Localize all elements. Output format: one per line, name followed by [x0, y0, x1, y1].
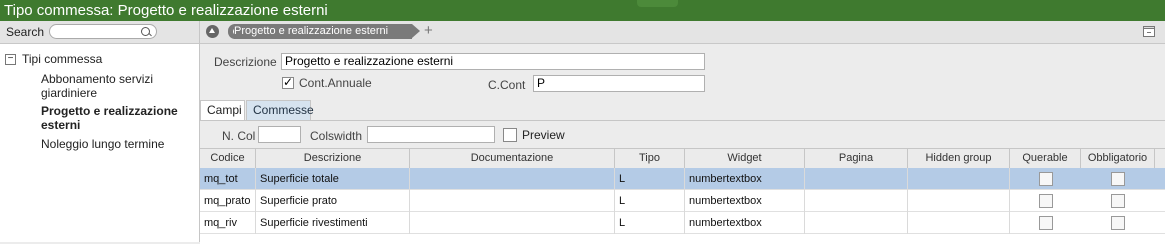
main-panel: Progetto e realizzazione esterni + Descr…	[200, 21, 1165, 244]
campi-panel: N. Col Colswidth Preview Codice Descrizi…	[200, 120, 1165, 244]
col-pagina[interactable]: Pagina	[805, 149, 908, 168]
obbligatorio-checkbox[interactable]	[1111, 194, 1125, 208]
cell-pagina	[805, 212, 908, 234]
preview-checkbox[interactable]	[503, 128, 517, 142]
colswidth-label: Colswidth	[310, 129, 363, 143]
breadcrumb-current[interactable]: Progetto e realizzazione esterni	[234, 24, 412, 39]
breadcrumb-arrow-icon	[412, 24, 420, 38]
tab-campi[interactable]: Campi	[200, 100, 245, 120]
breadcrumb-add-button[interactable]: +	[424, 23, 433, 38]
tree-item-abbonamento[interactable]: Abbonamento servizi giardiniere	[41, 72, 191, 100]
archive-icon[interactable]	[1143, 26, 1155, 37]
window-title: Tipo commessa: Progetto e realizzazione …	[4, 2, 328, 19]
table-row[interactable]: mq_riv Superficie rivestimenti L numbert…	[200, 212, 1165, 234]
cell-tipo: L	[615, 212, 685, 234]
cell-descrizione: Superficie totale	[256, 168, 410, 190]
querable-checkbox[interactable]	[1039, 172, 1053, 186]
cell-hidden-group	[908, 212, 1010, 234]
cell-documentazione	[410, 212, 615, 234]
tree-root-label[interactable]: Tipi commessa	[22, 52, 102, 66]
col-hidden-group[interactable]: Hidden group	[908, 149, 1010, 168]
descrizione-field[interactable]: Progetto e realizzazione esterni	[281, 53, 705, 70]
col-documentazione[interactable]: Documentazione	[410, 149, 615, 168]
ncol-label: N. Col	[222, 129, 256, 143]
cell-widget: numbertextbox	[685, 168, 805, 190]
cell-documentazione	[410, 168, 615, 190]
colswidth-field[interactable]	[367, 126, 495, 143]
title-bar: Tipo commessa: Progetto e realizzazione …	[0, 0, 1165, 21]
querable-checkbox[interactable]	[1039, 216, 1053, 230]
obbligatorio-checkbox[interactable]	[1111, 172, 1125, 186]
table-row[interactable]: mq_tot Superficie totale L numbertextbox	[200, 168, 1165, 190]
home-icon[interactable]	[206, 25, 219, 38]
ccont-field[interactable]: P	[533, 75, 705, 92]
cell-codice: mq_prato	[200, 190, 256, 212]
cell-pagina	[805, 168, 908, 190]
cell-hidden-group	[908, 168, 1010, 190]
cell-descrizione: Superficie prato	[256, 190, 410, 212]
cont-annuale-label: Cont.Annuale	[299, 76, 372, 90]
tab-commesse[interactable]: Commesse	[246, 100, 314, 120]
search-label: Search	[6, 25, 45, 39]
fields-table: Codice Descrizione Documentazione Tipo W…	[200, 148, 1165, 244]
cell-widget: numbertextbox	[685, 212, 805, 234]
col-obbligatorio[interactable]: Obbligatorio	[1081, 149, 1155, 168]
tree-collapse-toggle[interactable]: −	[5, 54, 16, 65]
search-bar: Search	[0, 21, 199, 44]
cont-annuale-checkbox[interactable]	[282, 75, 294, 89]
col-querable[interactable]: Querable	[1010, 149, 1081, 168]
ccont-label: C.Cont	[488, 78, 526, 92]
obbligatorio-checkbox[interactable]	[1111, 216, 1125, 230]
toolbar: Progetto e realizzazione esterni +	[200, 21, 1165, 44]
cell-pagina	[805, 190, 908, 212]
ncol-field[interactable]	[258, 126, 301, 143]
preview-label: Preview	[522, 128, 565, 142]
cell-tipo: L	[615, 168, 685, 190]
cell-codice: mq_riv	[200, 212, 256, 234]
cell-hidden-group	[908, 190, 1010, 212]
sidebar: Search − Tipi commessa Abbonamento servi…	[0, 21, 200, 242]
cell-codice: mq_tot	[200, 168, 256, 190]
querable-checkbox[interactable]	[1039, 194, 1053, 208]
search-icon[interactable]	[141, 27, 150, 36]
cell-widget: numbertextbox	[685, 190, 805, 212]
cell-tipo: L	[615, 190, 685, 212]
window-handle[interactable]	[637, 0, 678, 7]
col-codice[interactable]: Codice	[200, 149, 256, 168]
descrizione-label: Descrizione	[214, 55, 277, 69]
cell-documentazione	[410, 190, 615, 212]
tree-item-progetto[interactable]: Progetto e realizzazione esterni	[41, 104, 191, 132]
table-row[interactable]: mq_prato Superficie prato L numbertextbo…	[200, 190, 1165, 212]
tree-item-noleggio[interactable]: Noleggio lungo termine	[41, 137, 191, 151]
col-tipo[interactable]: Tipo	[615, 149, 685, 168]
cell-descrizione: Superficie rivestimenti	[256, 212, 410, 234]
col-descrizione[interactable]: Descrizione	[256, 149, 410, 168]
col-widget[interactable]: Widget	[685, 149, 805, 168]
table-header: Codice Descrizione Documentazione Tipo W…	[200, 148, 1165, 169]
